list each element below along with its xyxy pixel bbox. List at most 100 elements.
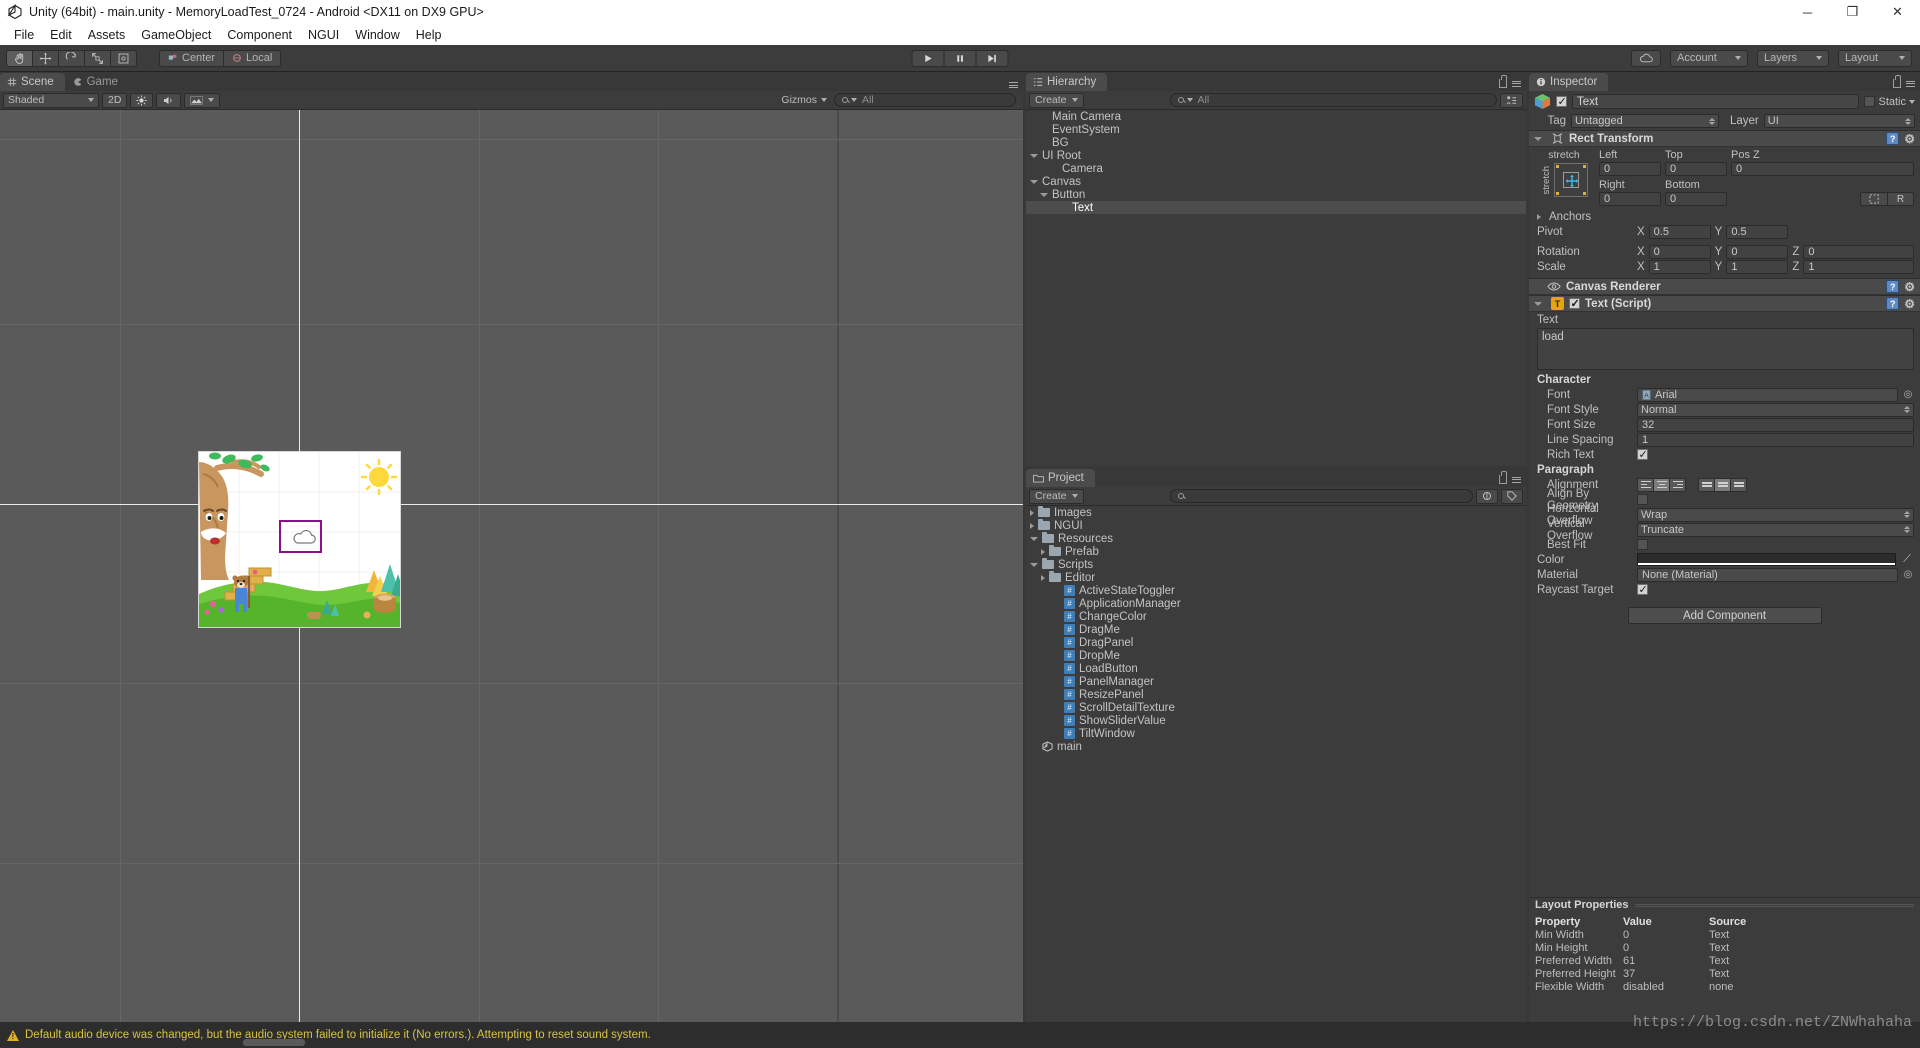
project-item-dropme[interactable]: # DropMe xyxy=(1026,649,1526,662)
hierarchy-item-button[interactable]: Button xyxy=(1026,188,1526,201)
tab-inspector[interactable]: Inspector xyxy=(1529,73,1609,91)
text-script-header[interactable]: T Text (Script) ? ⚙ xyxy=(1529,295,1920,312)
line-spacing-field[interactable]: 1 xyxy=(1637,432,1914,447)
gizmos-dropdown[interactable]: Gizmos xyxy=(777,93,831,108)
tab-hierarchy[interactable]: Hierarchy xyxy=(1026,73,1108,91)
text-component-enabled-checkbox[interactable] xyxy=(1569,297,1580,310)
project-item-activestatetoggler[interactable]: # ActiveStateToggler xyxy=(1026,584,1526,597)
scale-tool-button[interactable] xyxy=(84,49,111,67)
project-create-button[interactable]: Create xyxy=(1029,488,1084,504)
project-item-scripts[interactable]: Scripts xyxy=(1026,558,1526,571)
scale-x-field[interactable]: 1 xyxy=(1648,259,1711,274)
gameobject-name-field[interactable]: Text xyxy=(1572,94,1860,109)
close-button[interactable]: ✕ xyxy=(1875,0,1920,24)
foldout-icon[interactable] xyxy=(1534,301,1542,306)
rotation-y-field[interactable]: 0 xyxy=(1726,244,1789,259)
menu-assets[interactable]: Assets xyxy=(80,26,134,44)
maximize-button[interactable]: ❐ xyxy=(1830,0,1875,24)
rotate-tool-button[interactable] xyxy=(58,49,85,67)
gear-icon[interactable]: ⚙ xyxy=(1904,298,1915,310)
align-right-button[interactable] xyxy=(1669,477,1686,492)
lock-icon[interactable] xyxy=(1499,75,1507,88)
font-style-dropdown[interactable]: Normal xyxy=(1637,402,1914,417)
inspector-menu-icon[interactable] xyxy=(1906,80,1915,87)
align-bottom-button[interactable] xyxy=(1730,477,1747,492)
pivot-rotation-button[interactable]: Local xyxy=(223,49,282,67)
account-dropdown[interactable]: Account xyxy=(1670,49,1748,67)
minimize-button[interactable]: ─ xyxy=(1785,0,1830,24)
project-item-dragme[interactable]: # DragMe xyxy=(1026,623,1526,636)
audio-toggle-button[interactable] xyxy=(156,92,182,108)
material-object-field[interactable]: None (Material) xyxy=(1637,567,1898,582)
horizontal-scrollbar-thumb[interactable] xyxy=(243,1039,305,1046)
step-button[interactable] xyxy=(975,49,1009,67)
tag-dropdown[interactable]: Untagged xyxy=(1571,114,1719,128)
posz-field[interactable]: 0 xyxy=(1731,162,1914,176)
pivot-mode-button[interactable]: Center xyxy=(159,49,225,67)
scene-view-viewport[interactable] xyxy=(0,110,1023,1022)
pivot-x-field[interactable]: 0.5 xyxy=(1648,224,1711,239)
hand-tool-button[interactable] xyxy=(6,49,33,67)
scene-menu-icon[interactable] xyxy=(1009,82,1018,88)
effects-toggle-button[interactable] xyxy=(184,92,221,108)
help-icon[interactable]: ? xyxy=(1886,280,1900,293)
project-item-dragpanel[interactable]: # DragPanel xyxy=(1026,636,1526,649)
menu-help[interactable]: Help xyxy=(408,26,450,44)
project-filter-label-button[interactable] xyxy=(1501,488,1523,504)
tab-project[interactable]: Project xyxy=(1026,469,1095,487)
horizontal-overflow-dropdown[interactable]: Wrap xyxy=(1637,507,1914,522)
menu-window[interactable]: Window xyxy=(347,26,407,44)
project-tree[interactable]: Images NGUI Resources Prefab Scripts Editor # A… xyxy=(1026,506,1526,1022)
vertical-overflow-dropdown[interactable]: Truncate xyxy=(1637,522,1914,537)
lock-icon[interactable] xyxy=(1499,471,1507,484)
project-item-prefab[interactable]: Prefab xyxy=(1026,545,1526,558)
align-left-button[interactable] xyxy=(1637,477,1654,492)
project-item-ngui[interactable]: NGUI xyxy=(1026,519,1526,532)
static-checkbox[interactable] xyxy=(1864,96,1876,107)
draw-mode-dropdown[interactable]: Shaded xyxy=(3,92,99,108)
hierarchy-item-text[interactable]: Text xyxy=(1026,201,1526,214)
foldout-icon[interactable] xyxy=(1040,192,1048,197)
foldout-icon[interactable] xyxy=(1030,179,1038,184)
font-object-field[interactable]: A Arial xyxy=(1637,387,1898,402)
project-item-showslidervalue[interactable]: # ShowSliderValue xyxy=(1026,714,1526,727)
rotation-z-field[interactable]: 0 xyxy=(1803,244,1914,259)
cloud-services-button[interactable] xyxy=(1631,49,1661,67)
eyedropper-icon[interactable]: ⟋ xyxy=(1900,553,1914,566)
layout-properties-header[interactable]: Layout Properties xyxy=(1529,898,1920,912)
anchor-preset-button[interactable] xyxy=(1553,163,1588,197)
hierarchy-create-button[interactable]: Create xyxy=(1029,92,1084,108)
gear-icon[interactable]: ⚙ xyxy=(1904,281,1915,293)
project-item-scrolldetailtexture[interactable]: # ScrollDetailTexture xyxy=(1026,701,1526,714)
rect-tool-button[interactable] xyxy=(110,49,137,67)
hierarchy-item-canvas[interactable]: Canvas xyxy=(1026,175,1526,188)
hierarchy-sort-button[interactable] xyxy=(1500,92,1523,108)
hierarchy-item-ui-root[interactable]: UI Root xyxy=(1026,149,1526,162)
menu-ngui[interactable]: NGUI xyxy=(300,26,347,44)
project-item-resources[interactable]: Resources xyxy=(1026,532,1526,545)
align-middle-button[interactable] xyxy=(1714,477,1731,492)
project-item-applicationmanager[interactable]: # ApplicationManager xyxy=(1026,597,1526,610)
move-tool-button[interactable] xyxy=(32,49,59,67)
menu-edit[interactable]: Edit xyxy=(42,26,80,44)
lock-icon[interactable] xyxy=(1893,75,1901,88)
material-picker-icon[interactable]: ◎ xyxy=(1902,569,1914,580)
foldout-icon[interactable] xyxy=(1030,509,1034,516)
foldout-icon[interactable] xyxy=(1534,136,1542,141)
font-size-field[interactable]: 32 xyxy=(1637,417,1914,432)
foldout-icon[interactable] xyxy=(1030,562,1038,567)
hierarchy-menu-icon[interactable] xyxy=(1512,80,1521,87)
menu-file[interactable]: File xyxy=(6,26,42,44)
layer-dropdown[interactable]: UI xyxy=(1763,114,1915,128)
project-item-loadbutton[interactable]: # LoadButton xyxy=(1026,662,1526,675)
project-search-input[interactable] xyxy=(1169,489,1473,503)
play-button[interactable] xyxy=(911,49,945,67)
align-by-geometry-checkbox[interactable] xyxy=(1637,494,1648,505)
add-component-button[interactable]: Add Component xyxy=(1627,607,1822,624)
rect-transform-header[interactable]: Rect Transform ? ⚙ xyxy=(1529,130,1920,147)
align-top-button[interactable] xyxy=(1698,477,1715,492)
align-center-button[interactable] xyxy=(1653,477,1670,492)
foldout-icon[interactable] xyxy=(1030,153,1038,158)
canvas-renderer-header[interactable]: Canvas Renderer ? ⚙ xyxy=(1529,278,1920,295)
foldout-icon[interactable] xyxy=(1537,213,1541,220)
